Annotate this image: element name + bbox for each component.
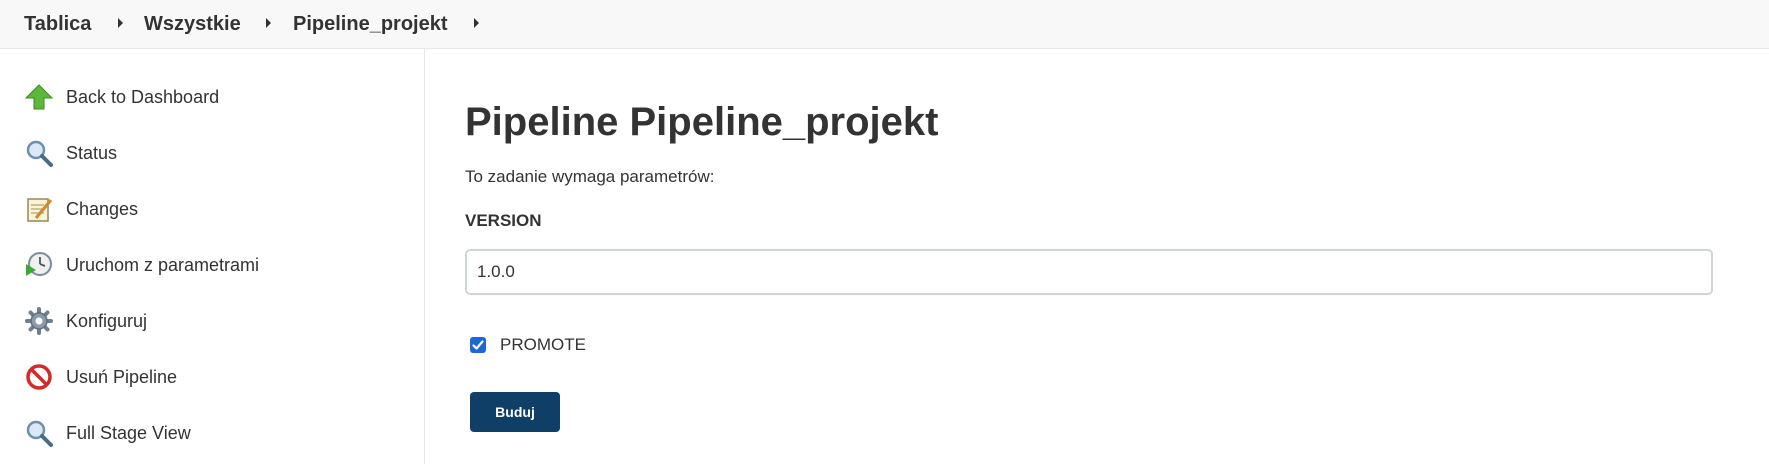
breadcrumb: Tablica Wszystkie Pipeline_projekt <box>0 0 1769 49</box>
breadcrumb-chevron-icon[interactable] <box>474 18 479 28</box>
sidebar-item-usun-pipeline[interactable]: Usuń Pipeline <box>24 361 404 393</box>
sidebar-item-label: Uruchom z parametrami <box>66 254 260 275</box>
no-entry-icon <box>26 364 52 390</box>
gear-icon <box>25 307 53 335</box>
sidebar-item-changes[interactable]: Changes <box>24 193 404 225</box>
version-input[interactable] <box>465 249 1713 295</box>
parameters-info-text: To zadanie wymaga parametrów: <box>465 167 715 186</box>
breadcrumb-chevron-icon[interactable] <box>266 18 271 28</box>
sidebar-item-konfiguruj[interactable]: Konfiguruj <box>24 305 404 337</box>
magnifier-icon <box>26 420 53 447</box>
breadcrumb-item-wszystkie[interactable]: Wszystkie <box>144 13 241 36</box>
sidebar-item-label: Full Stage View <box>66 422 191 443</box>
build-button[interactable]: Buduj <box>470 392 560 432</box>
magnifier-icon <box>26 140 53 167</box>
promote-label[interactable]: PROMOTE <box>500 335 586 355</box>
sidebar-item-full-stage-view[interactable]: Full Stage View <box>24 417 404 449</box>
notepad-icon <box>27 198 53 222</box>
promote-checkbox[interactable] <box>470 337 486 353</box>
sidebar-item-back-to-dashboard[interactable]: Back to Dashboard <box>24 81 404 113</box>
page-title: Pipeline Pipeline_projekt <box>465 100 939 144</box>
breadcrumb-item-pipeline-projekt[interactable]: Pipeline_projekt <box>293 13 448 36</box>
sidebar-item-label: Usuń Pipeline <box>66 366 178 387</box>
sidebar-item-status[interactable]: Status <box>24 137 404 169</box>
checkmark-icon <box>472 340 484 350</box>
sidebar-item-uruchom-z-parametrami[interactable]: Uruchom z parametrami <box>24 249 404 281</box>
sidebar-item-label: Back to Dashboard <box>66 86 220 107</box>
sidebar-item-label: Konfiguruj <box>66 310 148 331</box>
breadcrumb-item-tablica[interactable]: Tablica <box>24 13 91 36</box>
sidebar-item-label: Changes <box>66 198 139 219</box>
version-param-label: VERSION <box>465 211 542 230</box>
breadcrumb-chevron-icon[interactable] <box>118 18 123 28</box>
up-arrow-icon <box>24 84 54 110</box>
clock-play-icon <box>26 252 52 276</box>
sidebar: Back to Dashboard Status Changes Uruchom… <box>0 49 425 464</box>
sidebar-item-label: Status <box>66 142 118 163</box>
